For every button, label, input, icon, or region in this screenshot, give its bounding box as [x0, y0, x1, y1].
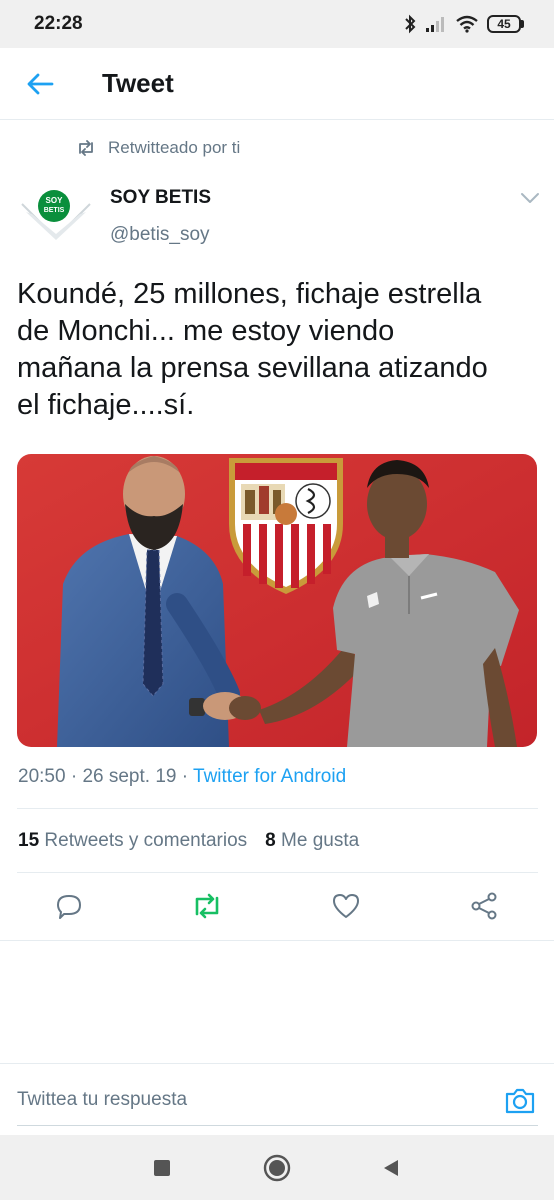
meta-separator: · [181, 766, 189, 787]
retweet-context[interactable]: Retwitteado por ti [76, 138, 240, 158]
tweet-stats: 15 Retweets y comentarios 8 Me gusta [18, 830, 359, 852]
likes-label: Me gusta [281, 830, 360, 851]
likes-count: 8 [265, 830, 276, 851]
home-button[interactable] [262, 1153, 292, 1183]
retweet-small-icon [79, 140, 93, 156]
signal-icon [426, 17, 444, 32]
retweets-stat[interactable]: 15 Retweets y comentarios [18, 830, 247, 852]
author-handle[interactable]: @betis_soy [110, 224, 210, 246]
retweet-icon [195, 893, 219, 919]
bluetooth-icon [405, 14, 416, 34]
avatar-text-top: SOY [46, 196, 64, 205]
home-circle-icon [263, 1154, 291, 1182]
divider [0, 940, 554, 941]
back-arrow-icon [27, 73, 54, 95]
soy-betis-logo: SOY BETIS [21, 190, 91, 240]
likes-stat[interactable]: 8 Me gusta [265, 830, 359, 852]
reply-underline [17, 1125, 538, 1126]
tweet-photo[interactable] [17, 454, 537, 747]
sevilla-crest [229, 458, 343, 594]
chevron-down-icon[interactable] [519, 190, 541, 206]
like-icon [333, 894, 359, 918]
tweet-time: 20:50 [18, 766, 66, 787]
tweet-text-line: mañana la prensa sevillana atizando [17, 352, 488, 384]
tweet-text-line: Koundé, 25 millones, fichaje estrella [17, 278, 482, 310]
like-button[interactable] [330, 890, 362, 922]
tweet-actions [0, 882, 554, 932]
triangle-back-icon [384, 1160, 398, 1176]
reply-icon [57, 895, 81, 919]
divider [17, 872, 538, 873]
author-name[interactable]: SOY BETIS [110, 187, 211, 209]
retweet-label: Retwitteado por ti [108, 138, 241, 157]
tweet-source-link[interactable]: Twitter for Android [193, 766, 346, 787]
camera-icon[interactable] [503, 1084, 537, 1118]
page-title: Tweet [102, 68, 174, 98]
system-nav-bar [0, 1135, 554, 1200]
tweet-date: 26 sept. 19 [82, 766, 177, 787]
reply-input[interactable]: Twittea tu respuesta [17, 1089, 187, 1111]
signing-photo [17, 454, 537, 747]
battery-level: 45 [487, 15, 521, 33]
back-button[interactable] [22, 66, 58, 102]
status-time: 22:28 [34, 13, 83, 34]
recents-button[interactable] [147, 1153, 177, 1183]
avatar-text-bottom: BETIS [44, 207, 65, 214]
retweets-count: 15 [18, 830, 40, 851]
retweet-button[interactable] [191, 890, 223, 922]
status-bar: 22:28 45 [0, 0, 554, 48]
square-icon [154, 1160, 170, 1176]
status-icons: 45 [403, 14, 524, 34]
tweet-text: Koundé, 25 millones, fichaje estrella de… [17, 276, 542, 424]
battery-indicator: 45 [487, 15, 524, 33]
back-nav-button[interactable] [376, 1153, 406, 1183]
tweet-meta: 20:50 · 26 sept. 19 · Twitter for Androi… [18, 766, 346, 788]
tweet-text-line: de Monchi... me estoy viendo [17, 315, 395, 347]
meta-separator: · [70, 766, 78, 787]
share-icon [471, 892, 497, 920]
retweets-label: Retweets y comentarios [44, 830, 248, 851]
divider [17, 808, 538, 809]
share-button[interactable] [468, 890, 500, 922]
reply-button[interactable] [53, 890, 85, 922]
reply-composer: Twittea tu respuesta [0, 1063, 554, 1135]
wifi-icon [456, 15, 478, 33]
avatar[interactable]: SOY BETIS [20, 182, 92, 244]
tweet-text-line: el fichaje....sí. [17, 389, 195, 421]
app-header: Tweet [0, 48, 554, 120]
